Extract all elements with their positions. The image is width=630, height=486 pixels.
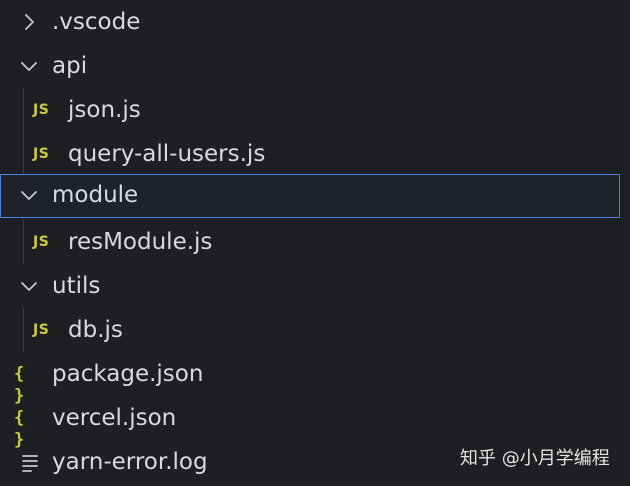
javascript-file-icon: JS [33, 146, 50, 162]
tree-item-label: vercel.json [52, 405, 177, 431]
tree-item-label: utils [52, 273, 101, 299]
tree-item-label: .vscode [52, 9, 141, 35]
tree-item-label: module [52, 182, 139, 208]
log-file-icon [20, 451, 42, 473]
chevron-down-icon [18, 184, 40, 206]
tree-item-label: yarn-error.log [52, 449, 208, 475]
watermark-text: 知乎 @小月学编程 [460, 448, 610, 469]
file-explorer: .vscode api JS json.js JS query-all-user… [0, 0, 630, 486]
javascript-file-icon: JS [33, 102, 50, 118]
tree-item-label: package.json [52, 361, 204, 387]
tree-item-vscode-folder[interactable]: .vscode [0, 0, 620, 44]
tree-item-module-folder[interactable]: module [0, 174, 620, 218]
tree-item-label: api [52, 53, 88, 79]
tree-item-resmodule-js[interactable]: JS resModule.js [0, 220, 620, 264]
tree-item-api-folder[interactable]: api [0, 44, 620, 88]
tree-item-label: db.js [68, 317, 123, 343]
chevron-right-icon [18, 11, 40, 33]
tree-item-vercel-json[interactable]: { } vercel.json [0, 396, 620, 450]
tree-item-utils-folder[interactable]: utils [0, 264, 620, 308]
tree-item-label: query-all-users.js [68, 141, 266, 167]
javascript-file-icon: JS [33, 234, 50, 250]
tree-item-package-json[interactable]: { } package.json [0, 352, 620, 406]
chevron-down-icon [18, 275, 40, 297]
tree-item-label: resModule.js [68, 229, 213, 255]
chevron-down-icon [18, 55, 40, 77]
tree-item-label: json.js [68, 97, 141, 123]
tree-item-json-js[interactable]: JS json.js [0, 88, 620, 132]
tree-item-db-js[interactable]: JS db.js [0, 308, 620, 352]
tree-item-query-all-users-js[interactable]: JS query-all-users.js [0, 132, 620, 176]
json-file-icon: { } [14, 364, 25, 406]
javascript-file-icon: JS [33, 322, 50, 338]
json-file-icon: { } [14, 408, 25, 450]
